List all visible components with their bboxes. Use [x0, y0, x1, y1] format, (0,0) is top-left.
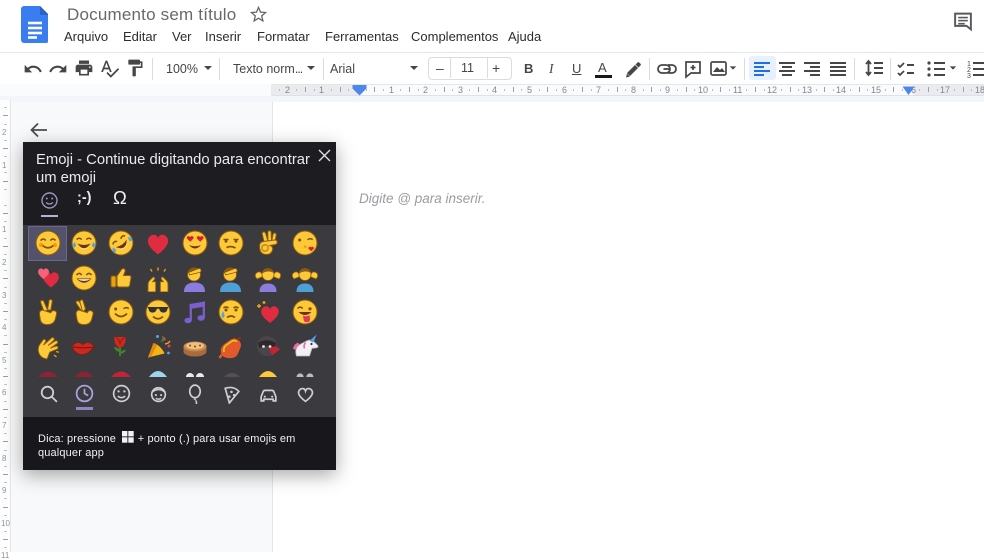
- svg-text:3: 3: [967, 73, 971, 80]
